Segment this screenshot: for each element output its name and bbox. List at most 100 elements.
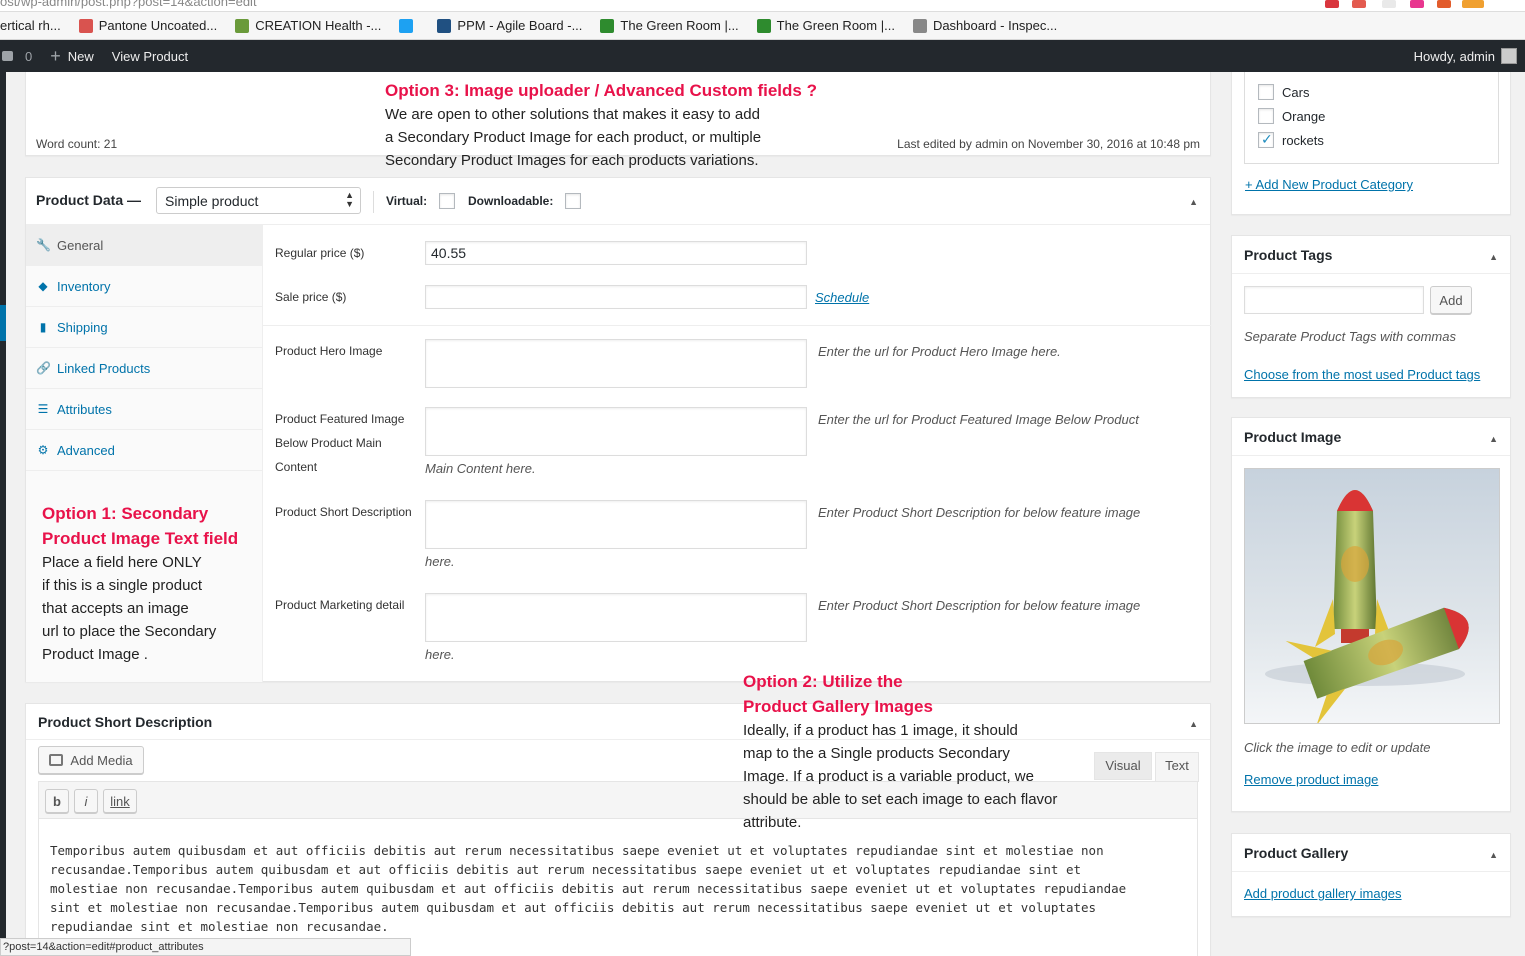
- featured-image-label: Below Product Main: [275, 436, 382, 450]
- product-type-select[interactable]: Simple product ▲ ▼: [156, 187, 361, 214]
- extension-icon[interactable]: [1352, 0, 1366, 8]
- hero-image-textarea[interactable]: [425, 339, 807, 388]
- category-item[interactable]: Cars: [1258, 84, 1309, 100]
- collapse-toggle-icon[interactable]: ▲: [1489, 252, 1498, 262]
- bold-button[interactable]: b: [45, 789, 69, 813]
- browser-url-bar[interactable]: ost/wp-admin/post.php?post=14&action=edi…: [0, 0, 1525, 12]
- comments-count: 0: [25, 48, 33, 64]
- category-checkbox[interactable]: [1258, 131, 1274, 148]
- choose-tags-link[interactable]: Choose from the most used Product tags: [1244, 367, 1480, 382]
- bookmark-item[interactable]: CREATION Health -...: [235, 18, 381, 33]
- virtual-label: Virtual:: [386, 194, 428, 208]
- remove-product-image-link[interactable]: Remove product image: [1244, 772, 1378, 787]
- new-content-menu[interactable]: + New: [50, 47, 94, 65]
- tab-attributes[interactable]: ☰ Attributes: [26, 389, 262, 430]
- add-media-button[interactable]: Add Media: [38, 746, 144, 774]
- list-icon: ☰: [37, 402, 49, 416]
- extension-icon[interactable]: [1325, 0, 1339, 8]
- annotation-option-1-title: Product Image Text field: [42, 529, 239, 548]
- collapse-toggle-icon[interactable]: ▲: [1489, 850, 1498, 860]
- annotation-option-1-title: Option 1: Secondary: [42, 504, 209, 523]
- virtual-checkbox[interactable]: [439, 193, 455, 209]
- category-checkbox[interactable]: [1258, 84, 1274, 100]
- annotation-option-1-line: Product Image .: [42, 646, 148, 663]
- regular-price-input[interactable]: 40.55: [425, 241, 807, 265]
- wp-admin-bar: 0 + New View Product Howdy, admin: [0, 40, 1525, 72]
- tab-label: Shipping: [57, 319, 108, 335]
- bookmark-item[interactable]: The Green Room |...: [756, 18, 895, 33]
- category-item[interactable]: rockets: [1258, 131, 1324, 148]
- category-checkbox[interactable]: [1258, 108, 1274, 124]
- select-arrows-icon: ▲ ▼: [345, 190, 354, 209]
- bookmark-item[interactable]: Pantone Uncoated...: [78, 18, 217, 33]
- downloadable-label: Downloadable:: [468, 194, 554, 208]
- category-item[interactable]: Orange: [1258, 108, 1325, 124]
- hero-image-label: Product Hero Image: [275, 344, 383, 358]
- featured-image-description: Enter the url for Product Featured Image…: [818, 412, 1139, 427]
- tab-visual[interactable]: Visual: [1094, 752, 1152, 780]
- view-product-link[interactable]: View Product: [112, 49, 188, 64]
- new-label: New: [67, 48, 94, 64]
- bookmark-item[interactable]: PPM - Agile Board -...: [437, 18, 582, 33]
- tab-general[interactable]: 🔧 General: [26, 225, 262, 266]
- category-checklist: Cars Orange rockets: [1244, 72, 1499, 164]
- tab-linked-products[interactable]: 🔗 Linked Products: [26, 348, 262, 389]
- bookmark-item[interactable]: [399, 18, 419, 33]
- featured-image-textarea[interactable]: [425, 407, 807, 456]
- add-new-category-link[interactable]: + Add New Product Category: [1245, 177, 1413, 192]
- add-gallery-images-link[interactable]: Add product gallery images: [1244, 886, 1402, 901]
- annotation-option-2-title: Product Gallery Images: [743, 697, 933, 716]
- editor-text-line: repudiandae sint et molestiae non recusa…: [50, 919, 389, 934]
- tag-input[interactable]: [1244, 286, 1424, 314]
- product-data-box: Product Data — Simple product ▲ ▼ Virtual…: [25, 177, 1211, 682]
- my-account-menu[interactable]: Howdy, admin: [1414, 40, 1517, 72]
- short-description-editor[interactable]: Temporibus autem quibusdam et aut offici…: [38, 819, 1198, 956]
- comments-link[interactable]: 0: [2, 49, 32, 64]
- bookmark-item[interactable]: Dashboard - Inspec...: [912, 18, 1058, 33]
- marketing-detail-textarea[interactable]: [425, 593, 807, 642]
- bookmark-item[interactable]: The Green Room |...: [600, 18, 739, 33]
- extension-icon[interactable]: [1462, 0, 1484, 8]
- collapse-toggle-icon[interactable]: ▲: [1189, 719, 1198, 729]
- link-button[interactable]: link: [103, 789, 137, 813]
- featured-image-label: Content: [275, 460, 318, 474]
- comment-bubble-icon: [2, 51, 13, 61]
- separator: [373, 191, 374, 213]
- category-label: Cars: [1282, 84, 1310, 100]
- extension-icon[interactable]: [1382, 0, 1396, 8]
- product-image-title: Product Image: [1244, 429, 1342, 445]
- collapse-toggle-icon[interactable]: ▲: [1489, 434, 1498, 444]
- italic-button[interactable]: i: [74, 789, 98, 813]
- collapse-toggle-icon[interactable]: ▲: [1189, 197, 1198, 207]
- wrench-icon: 🔧: [36, 238, 51, 252]
- tab-text[interactable]: Text: [1155, 752, 1199, 782]
- downloadable-checkbox[interactable]: [565, 193, 581, 209]
- annotation-option-1-line: if this is a single product: [42, 577, 203, 594]
- tags-hint: Separate Product Tags with commas: [1244, 329, 1456, 344]
- bookmark-item[interactable]: ertical rh...: [0, 18, 61, 33]
- extension-icon[interactable]: [1437, 0, 1451, 8]
- product-image-thumbnail[interactable]: [1244, 468, 1500, 724]
- tab-advanced[interactable]: ⚙ Advanced: [26, 430, 262, 471]
- annotation-option-1-line: url to place the Secondary: [42, 623, 217, 640]
- admin-menu-edge-highlight: [0, 305, 6, 341]
- short-description-textarea[interactable]: [425, 500, 807, 549]
- schedule-link[interactable]: Schedule: [815, 290, 869, 305]
- bookmark-label: ertical rh...: [0, 18, 61, 33]
- tab-label: Linked Products: [57, 360, 151, 376]
- tab-shipping[interactable]: ▮ Shipping: [26, 307, 262, 348]
- marketing-detail-description: Enter Product Short Description for belo…: [818, 598, 1141, 613]
- featured-image-label: Product Featured Image: [275, 412, 405, 426]
- product-data-title: Product Data —: [36, 192, 142, 208]
- add-tag-button[interactable]: Add: [1430, 286, 1472, 314]
- extension-icon[interactable]: [1410, 0, 1424, 8]
- marketing-detail-description: here.: [425, 647, 455, 662]
- annotation-option-2-line: Ideally, if a product has 1 image, it sh…: [743, 722, 1018, 739]
- category-label: Orange: [1282, 108, 1326, 124]
- pantone-icon: [78, 18, 93, 33]
- tab-inventory[interactable]: ◆ Inventory: [26, 266, 262, 307]
- short-description-description: Enter Product Short Description for belo…: [818, 505, 1141, 520]
- bookmark-label: Dashboard - Inspec...: [932, 18, 1058, 33]
- sale-price-input[interactable]: [425, 285, 807, 309]
- tab-label: Attributes: [57, 401, 112, 417]
